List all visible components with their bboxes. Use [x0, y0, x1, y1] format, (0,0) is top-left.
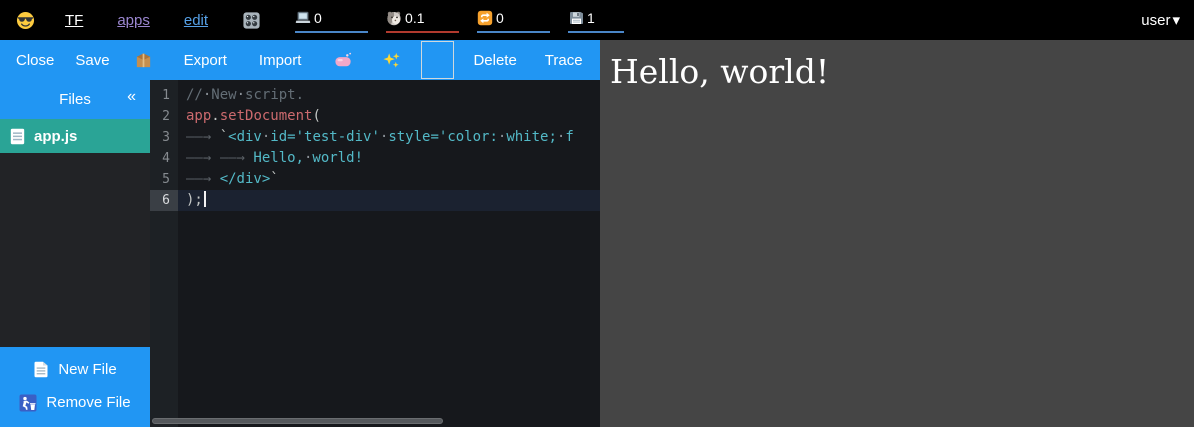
- code-token: ——→: [186, 148, 220, 169]
- editor-app: Close Save Export Import: [0, 40, 600, 427]
- save-button[interactable]: Save: [69, 40, 115, 80]
- import-button[interactable]: Import: [253, 52, 308, 69]
- gutter-line-number: 5: [150, 169, 178, 190]
- sparkles-icon: [382, 51, 401, 70]
- code-line[interactable]: //·New·script.: [178, 85, 600, 106]
- topbar-link-apps[interactable]: apps: [117, 12, 150, 29]
- preview-text: Hello, world!: [610, 52, 1186, 91]
- sparkles-button[interactable]: [371, 40, 411, 80]
- hamster-icon: [386, 10, 402, 26]
- editor-toolbar: Close Save Export Import: [0, 40, 600, 80]
- topbar-link-edit[interactable]: edit: [184, 12, 208, 29]
- code-token: ——→: [220, 148, 254, 169]
- code-line[interactable]: app.setDocument(: [178, 106, 600, 127]
- remove-file-icon: [19, 394, 37, 412]
- gutter-line-number: 1: [150, 85, 178, 106]
- code-token: .: [211, 108, 219, 124]
- counter-saves[interactable]: 1: [568, 7, 624, 33]
- sidebar-actions: New File Remove File: [0, 347, 150, 427]
- text-cursor: [204, 191, 206, 207]
- repeat-icon: [477, 10, 493, 26]
- counter-hamster[interactable]: 0.1: [386, 7, 459, 33]
- code-token: id='test-div': [270, 129, 380, 145]
- code-token: (: [312, 108, 320, 124]
- counter-value: 0: [496, 10, 504, 26]
- code-token: ——→: [186, 169, 220, 190]
- files-header: Files «: [0, 80, 150, 119]
- code-token: script.: [245, 87, 304, 103]
- file-list-empty-area: [0, 153, 150, 347]
- package-icon: [134, 51, 153, 70]
- new-file-icon: [33, 361, 49, 378]
- counter-repeat[interactable]: 0: [477, 7, 550, 33]
- code-token: //: [186, 87, 203, 103]
- counter-value: 1: [587, 10, 595, 26]
- counter-value: 0: [314, 10, 322, 26]
- code-token: New: [211, 87, 236, 103]
- chevron-down-icon: ▾: [1172, 11, 1180, 29]
- floppy-icon: [568, 10, 584, 26]
- empty-toolbar-button[interactable]: [421, 41, 454, 79]
- gutter-line-number: 6: [150, 190, 178, 211]
- code-token: Hello,: [253, 150, 304, 166]
- file-icon: [10, 128, 25, 145]
- code-line[interactable]: );: [178, 190, 600, 211]
- code-token: ·: [237, 87, 245, 103]
- trace-button[interactable]: Trace: [539, 52, 589, 69]
- code-line[interactable]: ——→`<div·id='test-div'·style='color:·whi…: [178, 127, 600, 148]
- collapse-sidebar-icon[interactable]: «: [127, 88, 136, 106]
- remove-file-button[interactable]: Remove File: [0, 386, 150, 419]
- code-line[interactable]: ——→</div>`: [178, 169, 600, 190]
- code-token: white;: [506, 129, 557, 145]
- code-token: <div: [228, 129, 262, 145]
- delete-button[interactable]: Delete: [467, 52, 522, 69]
- export-button[interactable]: Export: [178, 52, 233, 69]
- code-token: );: [186, 192, 203, 208]
- soap-button[interactable]: [323, 40, 363, 80]
- code-editor[interactable]: 123456 //·New·script.app.setDocument(——→…: [150, 80, 600, 427]
- editor-gutter: 123456: [150, 80, 178, 427]
- new-file-button[interactable]: New File: [0, 353, 150, 386]
- topbar: TF apps edit 0 0.1 0: [0, 0, 1194, 40]
- remove-file-label: Remove File: [46, 394, 130, 411]
- code-area[interactable]: //·New·script.app.setDocument(——→`<div·i…: [178, 80, 600, 427]
- new-file-label: New File: [58, 361, 116, 378]
- file-name: app.js: [34, 128, 77, 145]
- counter-laptop[interactable]: 0: [295, 7, 368, 33]
- control-knobs-icon[interactable]: [242, 11, 261, 30]
- files-sidebar: Files « app.js: [0, 80, 150, 427]
- file-item-appjs[interactable]: app.js: [0, 119, 150, 153]
- package-button[interactable]: [124, 40, 164, 80]
- counter-value: 0.1: [405, 10, 424, 26]
- code-token: setDocument: [220, 108, 313, 124]
- user-menu[interactable]: user ▾: [1141, 11, 1180, 29]
- code-token: ——→: [186, 127, 220, 148]
- laptop-icon: [295, 10, 311, 26]
- code-line[interactable]: ——→——→Hello,·world!: [178, 148, 600, 169]
- code-token: app: [186, 108, 211, 124]
- horizontal-scrollbar-thumb[interactable]: [152, 418, 443, 424]
- gutter-line-number: 2: [150, 106, 178, 127]
- code-token: `: [270, 171, 278, 187]
- preview-panel: Hello, world!: [600, 40, 1194, 427]
- close-button[interactable]: Close: [10, 52, 60, 69]
- code-token: `: [220, 129, 228, 145]
- code-token: </div>: [220, 171, 271, 187]
- user-menu-label: user: [1141, 12, 1170, 29]
- smiley-sunglasses-icon: [16, 11, 35, 30]
- code-token: world!: [312, 150, 363, 166]
- gutter-line-number: 3: [150, 127, 178, 148]
- code-token: style='color:: [388, 129, 498, 145]
- code-token: f: [565, 129, 573, 145]
- soap-icon: [334, 51, 353, 70]
- gutter-line-number: 4: [150, 148, 178, 169]
- topbar-link-tf[interactable]: TF: [65, 12, 83, 29]
